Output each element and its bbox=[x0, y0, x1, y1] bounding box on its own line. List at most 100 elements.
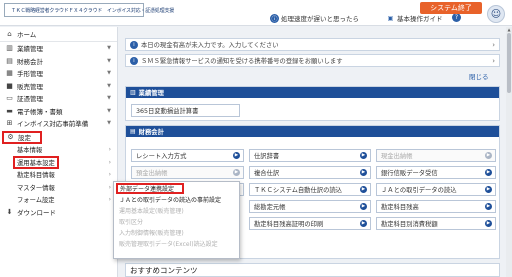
button-label: 仕訳辞書 bbox=[254, 153, 280, 160]
button-balance-cert[interactable]: 勘定科目残高証明の印刷 ▶ bbox=[249, 217, 371, 230]
arrow-right-icon: ▶ bbox=[485, 186, 492, 193]
sidebar-sub-kihon[interactable]: 基本情報 › bbox=[0, 144, 117, 157]
folder-icon: ▬ bbox=[6, 106, 13, 115]
sidebar-item-settings[interactable]: ⚙ 設定 bbox=[2, 130, 42, 144]
invoice-icon: ⊞ bbox=[6, 119, 13, 128]
button-label: 勘定科目残高証明の印刷 bbox=[254, 221, 324, 228]
notice-text: ＳＭＳ緊急情報サービスの通知を受ける携帯番号の登録をお願いします bbox=[141, 58, 343, 65]
sidebar-item-label: 手形管理 bbox=[17, 70, 43, 79]
sidebar-item-download[interactable]: ⬇ ダウンロード bbox=[0, 206, 117, 219]
arrow-right-icon: ▶ bbox=[233, 152, 240, 159]
chevron-down-icon: ▼ bbox=[107, 107, 111, 114]
button-label: 現金出納帳 bbox=[381, 153, 413, 160]
user-avatar-icon[interactable]: ☺ bbox=[487, 5, 505, 23]
button-label: ＴＫＣシステム自動仕訳の読込 bbox=[254, 187, 342, 194]
sidebar-item-shohyo[interactable]: ▭ 証憑管理 ▼ bbox=[0, 92, 117, 105]
home-icon: ⌂ bbox=[7, 30, 12, 38]
scrollbar-thumb[interactable] bbox=[507, 33, 511, 93]
slow-processing-link[interactable]: ⓘ 処理速度が遅いと思ったら bbox=[270, 13, 359, 23]
button-shiwake-jisho[interactable]: 仕訳辞書 ▶ bbox=[249, 149, 371, 162]
menu-item-excel-import[interactable]: 販売管理取引データ(Excel)読込設定 bbox=[114, 238, 239, 249]
panel-title: 財務会計 bbox=[138, 129, 164, 136]
chevron-right-icon: › bbox=[492, 56, 495, 65]
button-deposit-book[interactable]: 預金出納帳 ▶ bbox=[131, 166, 244, 179]
ledger-icon: ▤ bbox=[6, 56, 13, 65]
sidebar-sub-kanjo[interactable]: 勘定科目情報 › bbox=[0, 169, 117, 182]
button-account-balance[interactable]: 勘定科目残高 ▶ bbox=[376, 200, 496, 213]
button-label: 銀行信販データ受信 bbox=[381, 170, 438, 177]
notice-sms[interactable]: i ＳＭＳ緊急情報サービスの通知を受ける携帯番号の登録をお願いします › bbox=[125, 54, 500, 67]
arrow-right-icon: ▶ bbox=[360, 203, 367, 210]
button-365-pl[interactable]: 365日変動損益計算書 bbox=[131, 104, 240, 117]
system-exit-button[interactable]: システム終了 bbox=[420, 2, 482, 14]
app-logo[interactable]: ＴＫＣ戦略経営者クラウドＦＸ４クラウド インボイス対応・証憑処理支援 bbox=[4, 3, 174, 17]
chart-icon: ▥ bbox=[6, 44, 13, 53]
chart-icon: ▥ bbox=[130, 89, 136, 96]
sidebar-sub-label: フォーム設定 bbox=[17, 197, 55, 205]
button-ja-data[interactable]: ＪＡとの取引データの読込 ▶ bbox=[376, 183, 496, 196]
sidebar-item-home[interactable]: ⌂ ホーム bbox=[0, 27, 117, 42]
chevron-right-icon: › bbox=[108, 196, 111, 204]
scroll-up-icon[interactable]: ▲ bbox=[506, 27, 512, 32]
sidebar-item-label: 電子帳簿・書類 bbox=[17, 107, 63, 116]
close-link[interactable]: 閉じる bbox=[469, 71, 489, 81]
guide-label: 基本操作ガイド bbox=[397, 15, 443, 23]
button-tkc-auto[interactable]: ＴＫＣシステム自動仕訳の読込 ▶ bbox=[249, 183, 371, 196]
button-label: レシート入力方式 bbox=[136, 153, 187, 160]
download-icon: ⬇ bbox=[6, 208, 13, 217]
help-link[interactable]: ? bbox=[452, 13, 463, 22]
sidebar-item-tegata[interactable]: ▦ 手形管理 ▼ bbox=[0, 67, 117, 80]
sidebar-item-denshi[interactable]: ▬ 電子帳簿・書類 ▼ bbox=[0, 105, 117, 118]
menu-item-input-control[interactable]: 入力制御情報(販売管理) bbox=[114, 227, 239, 238]
button-cash-book[interactable]: 現金出納帳 ▶ bbox=[376, 149, 496, 162]
sidebar-home-label: ホーム bbox=[17, 31, 37, 39]
sidebar-sub-form[interactable]: フォーム設定 › bbox=[0, 194, 117, 207]
arrow-right-icon: ▶ bbox=[360, 186, 367, 193]
note-icon: ▦ bbox=[6, 69, 13, 78]
arrow-right-icon: ▶ bbox=[485, 152, 492, 159]
sidebar-item-label: 財務会計 bbox=[17, 57, 43, 66]
guide-link[interactable]: ▣ 基本操作ガイド bbox=[386, 13, 443, 24]
arrow-right-icon: ▶ bbox=[360, 220, 367, 227]
sidebar-item-label: 設定 bbox=[18, 134, 31, 142]
button-consumption-tax[interactable]: 勘定科目別消費税額 ▶ bbox=[376, 217, 496, 230]
notice-cash[interactable]: i 本日の現金有高が未入力です。入力してください › bbox=[125, 38, 500, 51]
arrow-right-icon: ▶ bbox=[485, 220, 492, 227]
sidebar-item-gyoseki[interactable]: ▥ 業績管理 ▼ bbox=[0, 42, 117, 55]
menu-item-torihiki-kubun[interactable]: 取引区分 bbox=[114, 216, 239, 227]
sidebar-sub-unyo[interactable]: 運用基本設定 › bbox=[0, 155, 117, 169]
sidebar-item-label: 販売管理 bbox=[17, 82, 43, 91]
button-bank-data[interactable]: 銀行信販データ受信 ▶ bbox=[376, 166, 496, 179]
sidebar-item-zaimu[interactable]: ▤ 財務会計 ▼ bbox=[0, 55, 117, 68]
sidebar-item-hanbai[interactable]: ■ 販売管理 ▼ bbox=[0, 80, 117, 93]
button-compound-entry[interactable]: 複合仕訳 ▶ bbox=[249, 166, 371, 179]
gear-icon: ⚙ bbox=[7, 133, 14, 141]
menu-item-unyo-hanbai[interactable]: 運用基本設定(販売管理) bbox=[114, 205, 239, 216]
menu-item-ja-presetting[interactable]: ＪＡとの取引データの読込の事前設定 bbox=[114, 194, 239, 205]
button-general-ledger[interactable]: 総勘定元帳 ▶ bbox=[249, 200, 371, 213]
sidebar-item-invoice[interactable]: ⊞ インボイス対応事前準備 ▼ bbox=[0, 117, 117, 130]
chevron-right-icon: › bbox=[108, 146, 111, 154]
sidebar-sub-label: マスター情報 bbox=[17, 184, 55, 192]
button-label: ＪＡとの取引データの読込 bbox=[381, 187, 457, 194]
info-icon: ⓘ bbox=[270, 13, 279, 23]
chevron-right-icon: › bbox=[108, 183, 111, 191]
arrow-right-icon: ▶ bbox=[485, 203, 492, 210]
sidebar-sub-label: 基本情報 bbox=[17, 147, 43, 155]
arrow-right-icon: ▶ bbox=[233, 169, 240, 176]
arrow-right-icon: ▶ bbox=[360, 152, 367, 159]
button-label: 勘定科目残高 bbox=[381, 204, 419, 211]
arrow-right-icon: ▶ bbox=[485, 169, 492, 176]
panel-gyoseki: ▥ 業績管理 365日変動損益計算書 bbox=[125, 86, 500, 121]
main-scrollbar[interactable]: ▲ bbox=[506, 27, 512, 277]
sidebar-sub-label: 勘定科目情報 bbox=[17, 172, 55, 180]
menu-item-external-data[interactable]: 外部データ連携設定 bbox=[116, 183, 184, 194]
book-icon: ▣ bbox=[387, 14, 394, 22]
logo-text: ＴＫＣ戦略経営者クラウドＦＸ４クラウド インボイス対応・証憑処理支援 bbox=[11, 7, 175, 14]
app-header: ＴＫＣ戦略経営者クラウドＦＸ４クラウド インボイス対応・証憑処理支援 ⓘ 処理速… bbox=[0, 0, 512, 26]
button-label: 365日変動損益計算書 bbox=[136, 108, 199, 115]
button-receipt-input[interactable]: レシート入力方式 ▶ bbox=[131, 149, 244, 162]
sidebar-sub-master[interactable]: マスター情報 › bbox=[0, 181, 117, 194]
chevron-down-icon: ▼ bbox=[107, 120, 111, 127]
info-icon: i bbox=[130, 40, 138, 49]
